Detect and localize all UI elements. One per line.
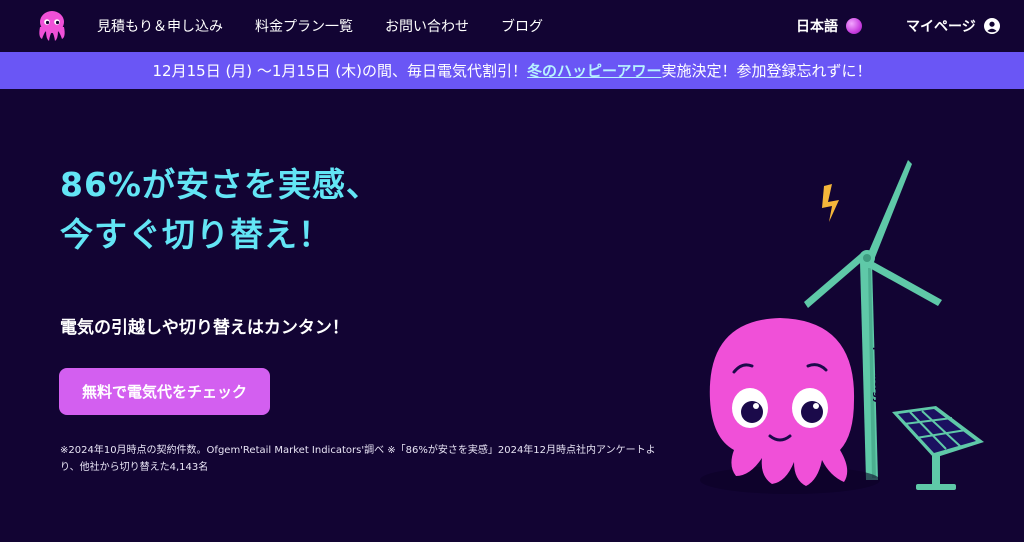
nav-quote-apply[interactable]: 見積もり＆申し込み [97, 16, 223, 36]
lightning-icon [822, 184, 839, 222]
site-header: 見積もり＆申し込み 料金プラン一覧 お問い合わせ ブログ 日本語 マイページ [0, 0, 1024, 52]
octopus-windturbine-illustration: octopus energy [700, 160, 984, 494]
banner-suffix: 実施決定！参加登録忘れずに！ [661, 62, 872, 80]
language-switcher[interactable]: 日本語 [796, 0, 862, 52]
mypage-link[interactable]: マイページ [906, 0, 1000, 52]
nav-contact[interactable]: お問い合わせ [385, 16, 469, 36]
footnote: ※2024年10月時点の契約件数。Ofgem'Retail Market Ind… [60, 445, 656, 473]
banner-prefix: 12月15日 (月) 〜1月15日 (木)の間、毎日電気代割引！ [152, 62, 528, 80]
headline-line1: 86%が安さを実感、 [60, 165, 380, 204]
headline-line2: 今すぐ切り替え！ [60, 215, 332, 254]
main-nav: 見積もり＆申し込み 料金プラン一覧 お問い合わせ ブログ [97, 0, 575, 52]
octopus-logo-icon[interactable] [36, 9, 68, 43]
turbine-blades [804, 160, 942, 308]
mypage-label: マイページ [906, 19, 976, 35]
globe-icon [846, 18, 862, 34]
language-label: 日本語 [796, 19, 838, 35]
promo-banner: 12月15日 (月) 〜1月15日 (木)の間、毎日電気代割引！ 冬のハッピーア… [0, 52, 1024, 89]
hero-subhead: 電気の引越しや切り替えはカンタン！ [60, 318, 349, 338]
nav-plans[interactable]: 料金プラン一覧 [255, 16, 353, 36]
user-icon [983, 18, 1000, 34]
octopus-mascot [700, 318, 880, 494]
turbine-brand-text: octopus energy [872, 325, 882, 404]
banner-happy-hour-link[interactable]: 冬のハッピーアワー [527, 60, 661, 81]
nav-blog[interactable]: ブログ [501, 16, 543, 36]
hero-headline: 86%が安さを実感、 今すぐ切り替え！ [60, 160, 380, 260]
check-price-button[interactable]: 無料で電気代をチェック [59, 368, 270, 415]
solar-panel [892, 406, 984, 490]
